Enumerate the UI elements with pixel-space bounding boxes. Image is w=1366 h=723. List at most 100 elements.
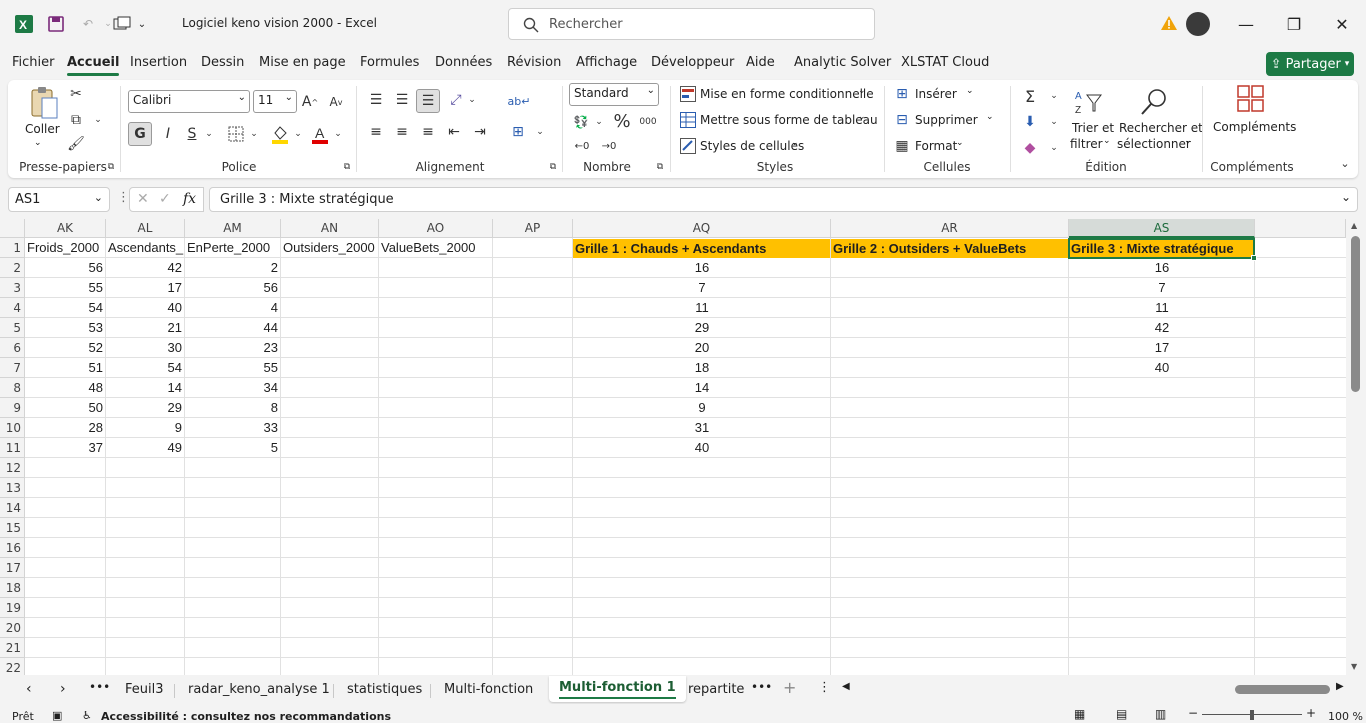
dialog-launcher-icon[interactable]: ⧉ (342, 162, 352, 172)
bold-button[interactable]: G (128, 122, 152, 146)
sheet-tab[interactable]: Multi-fonction (444, 682, 533, 697)
row-header[interactable]: 18 (0, 578, 25, 598)
cell-al[interactable]: 42 (106, 258, 185, 278)
autosum-icon[interactable]: Σ (1020, 86, 1040, 106)
merge-dropdown-icon[interactable]: ⌄ (534, 122, 546, 142)
decrease-font-icon[interactable]: Av (326, 92, 346, 112)
increase-indent-icon[interactable]: ⇥ (470, 122, 490, 142)
row-header[interactable]: 21 (0, 638, 25, 658)
scroll-left-icon[interactable]: ◀ (842, 681, 850, 692)
quick-access-icon[interactable] (112, 14, 132, 34)
borders-icon[interactable] (226, 124, 246, 144)
cell-am[interactable]: 55 (185, 358, 281, 378)
column-header[interactable]: AP (493, 219, 573, 238)
cell-header[interactable]: Ascendants_ (106, 238, 185, 258)
cell-ak[interactable]: 56 (25, 258, 106, 278)
save-icon[interactable] (46, 14, 66, 34)
autosum-dropdown-icon[interactable]: ⌄ (1048, 86, 1060, 106)
row-header[interactable]: 19 (0, 598, 25, 618)
cell-al[interactable]: 17 (106, 278, 185, 298)
cell-as[interactable]: 17 (1069, 338, 1255, 358)
column-header[interactable]: AL (106, 219, 185, 238)
cell-am[interactable]: 8 (185, 398, 281, 418)
percent-button[interactable]: % (612, 110, 632, 132)
chevron-down-icon[interactable]: ⌄ (858, 112, 866, 122)
column-header-empty[interactable] (1255, 219, 1346, 238)
add-ins-button[interactable]: Compléments (1213, 120, 1296, 134)
chevron-down-icon[interactable]: ⌄ (1103, 136, 1111, 146)
tab-aide[interactable]: Aide (746, 55, 775, 70)
tab-mise-en-page[interactable]: Mise en page (259, 55, 346, 70)
row-header[interactable]: 5 (0, 318, 25, 338)
row-header[interactable]: 22 (0, 658, 25, 675)
zoom-in-icon[interactable]: + (1306, 706, 1316, 720)
borders-dropdown-icon[interactable]: ⌄ (248, 122, 260, 146)
column-header-selected[interactable]: AS (1069, 219, 1255, 238)
merge-center-icon[interactable]: ⊞ (508, 122, 528, 142)
tab-formules[interactable]: Formules (360, 55, 419, 70)
paste-chevron-icon[interactable]: ⌄ (34, 138, 42, 148)
row-header[interactable]: 1 (0, 238, 25, 258)
align-left-icon[interactable]: ≡ (366, 122, 386, 142)
font-name-select[interactable]: Calibri ⌄ (128, 90, 250, 113)
row-header[interactable]: 13 (0, 478, 25, 498)
tab-xlstat-cloud[interactable]: XLSTAT Cloud (901, 55, 989, 70)
cell-ak[interactable]: 53 (25, 318, 106, 338)
decrease-indent-icon[interactable]: ⇤ (444, 122, 464, 142)
sheet-tab[interactable]: radar_keno_analyse 1 (188, 682, 330, 697)
delete-cells-icon[interactable]: ⊟ (894, 112, 910, 128)
cell-ak[interactable]: 54 (25, 298, 106, 318)
tab-donnees[interactable]: Données (435, 55, 492, 70)
copy-dropdown-icon[interactable]: ⌄ (92, 112, 104, 128)
row-header[interactable]: 8 (0, 378, 25, 398)
scroll-up-icon[interactable]: ▲ (1351, 221, 1357, 230)
row-header[interactable]: 2 (0, 258, 25, 278)
delete-label[interactable]: Supprimer (915, 113, 978, 127)
sheet-tab-active[interactable]: Multi-fonction 1 (549, 676, 686, 702)
row-header[interactable]: 15 (0, 518, 25, 538)
chevron-down-icon[interactable]: ⌄ (956, 138, 964, 148)
insert-function-button[interactable]: fx (183, 191, 196, 207)
row-header[interactable]: 14 (0, 498, 25, 518)
cell-aq[interactable]: 40 (573, 438, 831, 458)
tab-insertion[interactable]: Insertion (130, 55, 187, 70)
find-select-icon[interactable] (1138, 86, 1170, 118)
more-sheets-icon[interactable]: ••• (751, 680, 772, 694)
cell-styles-icon[interactable] (680, 138, 696, 154)
tab-developpeur[interactable]: Développeur (651, 55, 734, 70)
customize-toolbar-icon[interactable]: ⌄ (132, 14, 152, 34)
paste-label[interactable]: Coller (25, 122, 60, 136)
page-layout-icon[interactable]: ▤ (1116, 707, 1127, 721)
cell-al[interactable]: 29 (106, 398, 185, 418)
cell-al[interactable]: 54 (106, 358, 185, 378)
zoom-out-icon[interactable]: − (1188, 706, 1198, 720)
row-header[interactable]: 3 (0, 278, 25, 298)
underline-button[interactable]: S (182, 122, 202, 146)
select-all-corner[interactable] (0, 219, 25, 238)
fill-color-dropdown-icon[interactable]: ⌄ (292, 122, 304, 146)
fill-dropdown-icon[interactable]: ⌄ (1048, 112, 1060, 132)
share-button[interactable]: ⇪ Partager ▾ (1266, 52, 1354, 76)
cell-am[interactable]: 2 (185, 258, 281, 278)
wrap-text-icon[interactable]: ab↵ (508, 90, 531, 112)
cell-ak[interactable]: 28 (25, 418, 106, 438)
chevron-down-icon[interactable]: ⌄ (791, 138, 799, 148)
cell-as[interactable]: 11 (1069, 298, 1255, 318)
cell-header[interactable]: Outsiders_2000 (281, 238, 379, 258)
cell-aq[interactable]: 20 (573, 338, 831, 358)
accessibility-status[interactable]: Accessibilité : consultez nos recommanda… (101, 710, 391, 723)
chevron-down-icon[interactable]: ⌄ (1184, 136, 1192, 146)
zoom-slider-thumb[interactable] (1250, 710, 1254, 720)
conditional-formatting-icon[interactable] (680, 86, 696, 102)
cell-al[interactable]: 40 (106, 298, 185, 318)
cell-aq[interactable]: 14 (573, 378, 831, 398)
cell-aq[interactable]: 7 (573, 278, 831, 298)
cell-aq[interactable]: 29 (573, 318, 831, 338)
tab-analytic-solver[interactable]: Analytic Solver (794, 55, 891, 70)
format-label[interactable]: Format (915, 139, 957, 153)
currency-icon[interactable]: 💱 (571, 112, 591, 132)
cell-am[interactable]: 5 (185, 438, 281, 458)
align-top-icon[interactable]: ☰ (366, 90, 386, 110)
zoom-level[interactable]: 100 % (1328, 710, 1363, 723)
horizontal-scroll-thumb[interactable] (1235, 685, 1330, 694)
